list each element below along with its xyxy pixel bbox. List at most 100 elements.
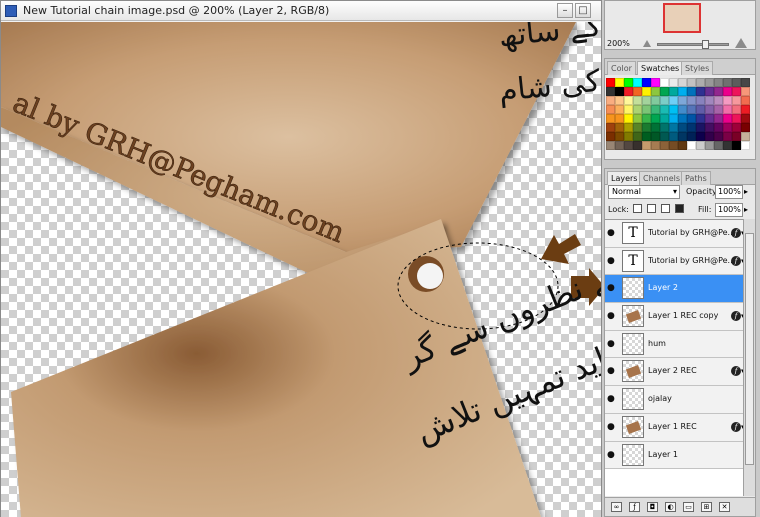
lock-position-icon[interactable] [661,204,670,213]
color-swatch[interactable] [633,123,642,132]
color-swatch[interactable] [723,114,732,123]
layer-thumbnail[interactable] [622,388,644,411]
color-swatch[interactable] [615,141,624,150]
color-swatch[interactable] [741,78,750,87]
color-swatch[interactable] [705,141,714,150]
layer-row[interactable]: ●Layer 1 REC copyf▾ [605,303,743,331]
zoom-slider[interactable] [657,40,729,49]
color-swatch[interactable] [696,96,705,105]
color-swatch[interactable] [714,114,723,123]
color-swatch[interactable] [624,123,633,132]
new-group-icon[interactable]: ▭ [683,502,694,512]
color-swatch[interactable] [714,87,723,96]
color-swatch[interactable] [714,141,723,150]
layer-row[interactable]: ● hum [605,330,743,359]
color-swatch[interactable] [651,123,660,132]
color-swatch[interactable] [606,105,615,114]
color-swatch[interactable] [678,78,687,87]
color-swatch[interactable] [741,105,750,114]
trash-icon[interactable]: ✕ [719,502,730,512]
color-swatch[interactable] [660,87,669,96]
color-swatch[interactable] [660,114,669,123]
color-swatch[interactable] [714,132,723,141]
zoom-slider-handle[interactable] [702,40,709,49]
color-swatch[interactable] [687,96,696,105]
color-swatch[interactable] [714,96,723,105]
color-swatch[interactable] [642,132,651,141]
lock-transparency-icon[interactable] [633,204,642,213]
layer-name[interactable]: ojalay [648,394,672,403]
color-swatch[interactable] [732,114,741,123]
color-swatch[interactable] [615,105,624,114]
layer-name[interactable]: hum [648,339,666,348]
lock-all-icon[interactable] [675,204,684,213]
color-swatch[interactable] [723,132,732,141]
visibility-eye-icon[interactable]: ● [607,450,616,460]
zoom-in-icon[interactable] [735,38,747,49]
color-swatch[interactable] [615,123,624,132]
image-canvas[interactable]: اُجالے اپنی یادوں کے ساتھ نہ جانے کس گلی… [1,22,601,517]
layer-style-icon[interactable]: ƒ [629,502,640,512]
layer-thumbnail[interactable] [622,332,644,355]
link-layers-icon[interactable]: ∞ [611,502,622,512]
layer-row[interactable]: ●TTutorial by GRH@Pe...f▾ [605,220,743,248]
color-swatch[interactable] [705,132,714,141]
color-swatch[interactable] [624,105,633,114]
color-swatch[interactable] [660,132,669,141]
color-swatch[interactable] [642,105,651,114]
color-swatch[interactable] [741,132,750,141]
color-swatch[interactable] [669,114,678,123]
color-swatch[interactable] [669,141,678,150]
color-swatch[interactable] [732,123,741,132]
visibility-eye-icon[interactable]: ● [607,312,616,321]
color-swatch[interactable] [732,105,741,114]
layer-scrollbar-thumb[interactable] [745,233,754,465]
layer-thumbnail[interactable] [622,360,644,383]
fill-arrow-icon[interactable]: ▸ [744,205,748,214]
color-swatch[interactable] [669,78,678,87]
color-swatch[interactable] [678,105,687,114]
navigator-zoom-value[interactable]: 200% [607,39,630,48]
color-swatch[interactable] [642,87,651,96]
color-swatch[interactable] [732,132,741,141]
color-swatch[interactable] [741,96,750,105]
visibility-eye-icon[interactable]: ● [607,284,616,293]
color-swatch[interactable] [606,132,615,141]
visibility-eye-icon[interactable]: ● [607,229,616,238]
layer-row[interactable]: ●Layer 2 RECf▾ [605,358,743,387]
color-swatch[interactable] [723,87,732,96]
zoom-out-icon[interactable] [643,39,653,48]
color-swatch[interactable] [642,96,651,105]
layer-name[interactable]: Layer 2 REC [648,366,697,375]
layer-row[interactable]: ●Layer 1 RECf▾ [605,413,743,442]
color-swatch[interactable] [615,87,624,96]
color-swatch[interactable] [624,114,633,123]
color-swatch[interactable] [651,87,660,96]
color-swatch[interactable] [642,141,651,150]
color-swatch[interactable] [732,96,741,105]
minimize-button[interactable]: – [557,3,573,18]
color-swatch[interactable] [660,78,669,87]
layer-effects-icon[interactable]: f [731,311,741,322]
layer-effects-icon[interactable]: f [731,255,741,266]
color-swatch[interactable] [687,123,696,132]
layer-thumbnail[interactable] [622,443,644,466]
layer-effects-icon[interactable]: f [731,228,741,238]
layer-name[interactable]: Layer 2 [648,283,678,292]
color-swatch[interactable] [678,123,687,132]
opacity-input[interactable]: 100% [715,185,743,199]
color-swatch[interactable] [678,114,687,123]
color-swatch[interactable] [615,132,624,141]
color-swatch[interactable] [606,78,615,87]
color-swatch[interactable] [678,87,687,96]
color-swatch[interactable] [723,105,732,114]
color-swatch[interactable] [714,123,723,132]
layer-row[interactable]: ● ojalay [605,386,743,414]
blend-mode-select[interactable]: Normal [608,185,680,199]
color-swatch[interactable] [624,141,633,150]
color-swatch[interactable] [687,132,696,141]
color-swatch[interactable] [651,114,660,123]
color-swatch[interactable] [633,132,642,141]
color-swatch[interactable] [633,78,642,87]
color-swatch[interactable] [633,114,642,123]
